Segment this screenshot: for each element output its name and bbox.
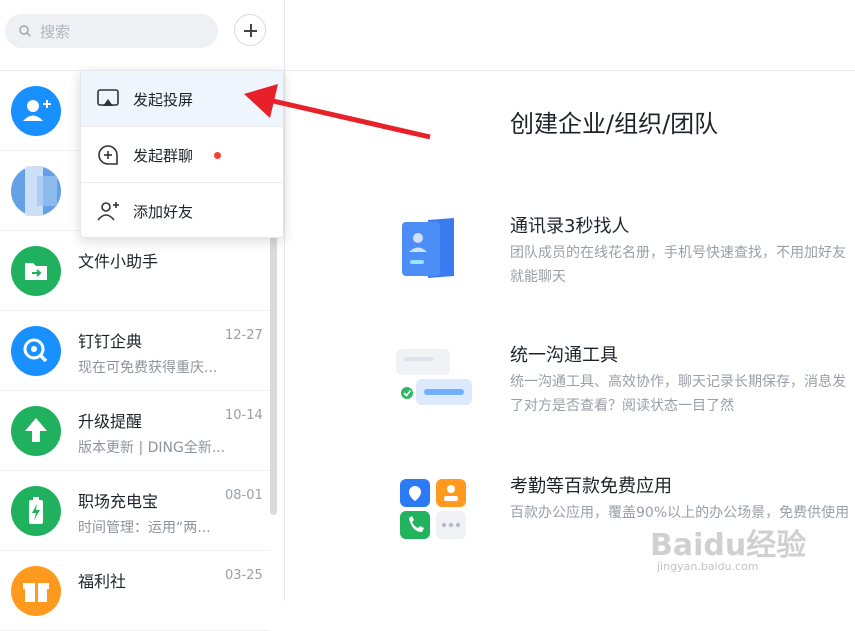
avatar (11, 406, 61, 456)
notification-dot (214, 152, 221, 159)
menu-item-add-friend[interactable]: 添加好友 (81, 183, 283, 238)
baidu-watermark: Baidu经验 jingyan.baidu.com (650, 520, 807, 573)
conversation-item[interactable]: 福利社 03-25 (0, 551, 270, 631)
feature-description: 统一沟通工具、高效协作，聊天记录长期保存，消息发了对方是否查看？阅读状态一目了然 (510, 374, 846, 414)
group-chat-icon (98, 145, 118, 165)
page-title: 创建企业/组织/团队 (510, 110, 719, 138)
battery-icon (29, 497, 43, 524)
avatar (11, 486, 61, 536)
conversation-name: 福利社 (78, 572, 127, 591)
upload-arrow-icon (25, 418, 47, 442)
conversation-name: 文件小助手 (78, 252, 159, 271)
conversation-preview: 现在可免费获得重庆... (78, 360, 218, 376)
folder-icon (25, 263, 47, 280)
contacts-book-icon (402, 218, 454, 278)
conversation-name: 钉钉企典 (78, 332, 143, 351)
add-button[interactable] (234, 14, 266, 46)
menu-item-label: 发起群聊 (133, 147, 194, 165)
search-box[interactable] (5, 14, 218, 50)
menu-item-label: 发起投屏 (133, 91, 194, 109)
gift-icon (23, 583, 49, 602)
chat-bubbles-icon (396, 349, 472, 405)
conversation-time: 10-14 (225, 408, 263, 423)
feature-title: 通讯录3秒找人 (510, 216, 630, 237)
annotation-arrow-icon (244, 84, 431, 140)
search-input[interactable] (38, 14, 212, 50)
conversation-time: 12-27 (225, 328, 263, 343)
scrollbar[interactable] (270, 225, 277, 515)
feature-title: 统一沟通工具 (510, 345, 618, 366)
conversation-time: 08-01 (225, 488, 263, 503)
blurred-avatar-icon (25, 166, 57, 216)
apps-grid-icon (400, 479, 466, 539)
avatar (11, 246, 61, 296)
conversation-preview: 时间管理：运用“两... (78, 520, 211, 536)
conversation-name: 升级提醒 (78, 412, 143, 431)
feature-description: 团队成员的在线花名册，手机号快速查找，不用加好友就能聊天 (510, 245, 846, 285)
conversation-item[interactable]: 升级提醒 10-14 版本更新 | DING全新... (0, 391, 270, 471)
person-add-icon (23, 100, 51, 121)
conversation-preview: 版本更新 | DING全新... (78, 440, 226, 456)
watermark-url: jingyan.baidu.com (657, 560, 759, 573)
conversation-time: 03-25 (225, 568, 263, 583)
feature-title: 考勤等百款免费应用 (510, 476, 672, 497)
search-company-icon (23, 338, 48, 363)
menu-item-label: 添加好友 (133, 203, 194, 221)
avatar (11, 326, 61, 376)
watermark-brand: Baidu经验 (650, 528, 807, 563)
conversation-item[interactable]: 文件小助手 (0, 231, 270, 311)
avatar (11, 86, 61, 136)
search-icon (19, 25, 31, 37)
avatar (11, 166, 61, 216)
conversation-item[interactable]: 钉钉企典 12-27 现在可免费获得重庆... (0, 311, 270, 391)
screen-cast-icon (97, 89, 119, 106)
conversation-name: 职场充电宝 (78, 492, 159, 511)
add-friend-icon (97, 202, 119, 221)
avatar (11, 566, 61, 616)
conversation-item[interactable]: 职场充电宝 08-01 时间管理：运用“两... (0, 471, 270, 551)
